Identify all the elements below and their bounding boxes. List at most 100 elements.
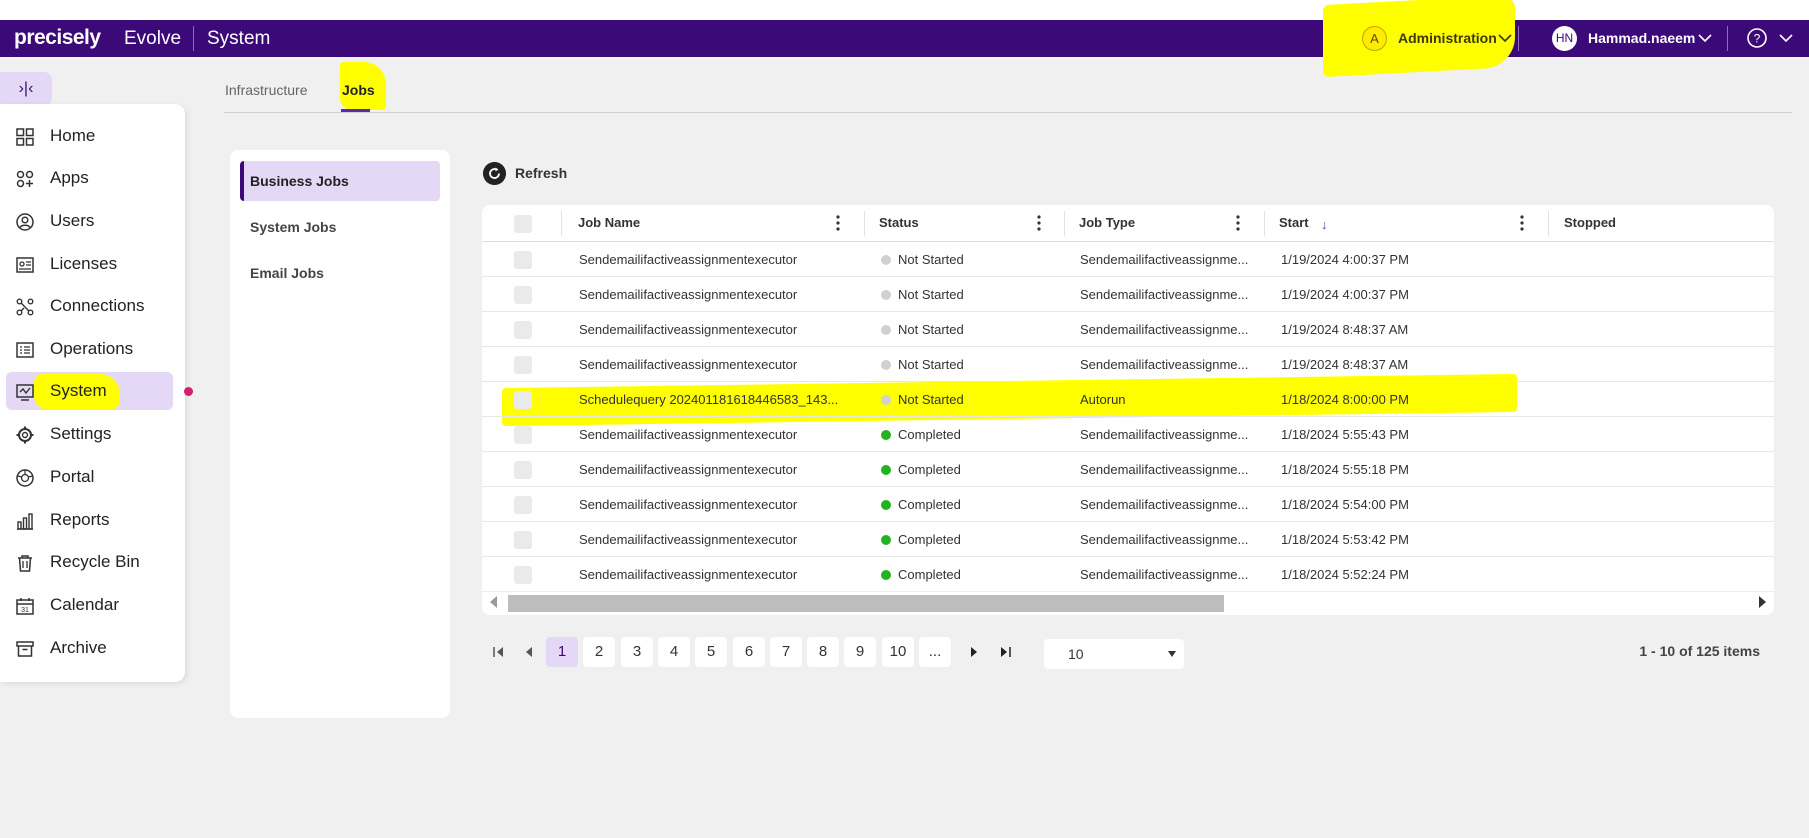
column-menu-icon[interactable]: [1037, 215, 1041, 231]
table-row[interactable]: Sendemailifactiveassignmentexecutor Not S…: [482, 347, 1774, 382]
scroll-left-icon[interactable]: [490, 596, 497, 608]
table-row[interactable]: Sendemailifactiveassignmentexecutor Compl…: [482, 417, 1774, 452]
job-type-cell: Sendemailifactiveassignme...: [1080, 287, 1249, 302]
status-dot-icon: [881, 430, 891, 440]
row-checkbox[interactable]: [514, 461, 532, 479]
sidebar-item-label: System: [50, 381, 107, 400]
page-button[interactable]: 10: [882, 637, 914, 667]
items-count-info: 1 - 10 of 125 items: [1639, 643, 1760, 659]
table-row[interactable]: Sendemailifactiveassignmentexecutor Not S…: [482, 312, 1774, 347]
portal-icon: [16, 469, 34, 487]
job-name-cell: Sendemailifactiveassignmentexecutor: [579, 322, 798, 337]
menu-item-email-jobs[interactable]: Email Jobs: [240, 253, 440, 293]
row-checkbox[interactable]: [514, 391, 532, 409]
page-button[interactable]: 2: [583, 637, 615, 667]
page-button[interactable]: 8: [807, 637, 839, 667]
row-checkbox[interactable]: [514, 251, 532, 269]
menu-item-business-jobs[interactable]: Business Jobs: [240, 161, 440, 201]
menu-item-system-jobs[interactable]: System Jobs: [240, 207, 440, 247]
page-size-select[interactable]: 10: [1044, 639, 1184, 669]
row-checkbox[interactable]: [514, 531, 532, 549]
user-menu[interactable]: Hammad.naeem: [1588, 30, 1695, 46]
scroll-right-icon[interactable]: [1759, 596, 1766, 608]
sidebar-item-label: Licenses: [50, 254, 118, 273]
page-button[interactable]: 7: [770, 637, 802, 667]
page-button[interactable]: 1: [546, 637, 578, 667]
column-menu-icon[interactable]: [836, 215, 840, 231]
last-page-icon[interactable]: [998, 644, 1012, 660]
row-checkbox[interactable]: [514, 321, 532, 339]
sort-down-arrow-icon[interactable]: ↓: [1321, 217, 1328, 232]
page-button[interactable]: ...: [919, 637, 951, 667]
page-button[interactable]: 5: [695, 637, 727, 667]
dropdown-arrow-icon: [1168, 651, 1176, 657]
column-menu-icon[interactable]: [1520, 215, 1524, 231]
row-checkbox[interactable]: [514, 286, 532, 304]
sidebar-item-operations[interactable]: Operations: [6, 330, 173, 368]
table-row[interactable]: Sendemailifactiveassignmentexecutor Compl…: [482, 487, 1774, 522]
table-row[interactable]: Schedulequery 202401181618446583_143... N…: [482, 382, 1774, 417]
column-separator[interactable]: [1548, 211, 1549, 236]
row-checkbox[interactable]: [514, 356, 532, 374]
sidebar-item-users[interactable]: Users: [6, 202, 173, 240]
table-row[interactable]: Sendemailifactiveassignmentexecutor Not S…: [482, 242, 1774, 277]
sidebar-item-connections[interactable]: Connections: [6, 287, 173, 325]
user-avatar[interactable]: HN: [1552, 26, 1577, 51]
column-menu-icon[interactable]: [1236, 215, 1240, 231]
sidebar-item-label: Settings: [50, 424, 112, 443]
column-separator[interactable]: [561, 211, 562, 236]
tab-infrastructure[interactable]: Infrastructure: [225, 82, 307, 98]
sidebar-item-recycle-bin[interactable]: Recycle Bin: [6, 543, 173, 581]
row-checkbox[interactable]: [514, 426, 532, 444]
scrollbar-thumb[interactable]: [508, 595, 1224, 612]
status-cell: Not Started: [898, 287, 964, 302]
calendar-icon: 31: [16, 598, 34, 615]
administration-menu[interactable]: Administration: [1398, 30, 1497, 46]
table-row[interactable]: Sendemailifactiveassignmentexecutor Not S…: [482, 277, 1774, 312]
column-header-job-type[interactable]: Job Type: [1079, 215, 1135, 230]
sidebar-item-apps[interactable]: Apps: [6, 159, 173, 197]
sidebar-item-archive[interactable]: Archive: [6, 629, 173, 667]
help-icon[interactable]: ?: [1746, 27, 1768, 49]
sidebar-item-home[interactable]: Home: [6, 117, 173, 155]
page-button[interactable]: 3: [621, 637, 653, 667]
grid-header: Job Name Status Job Type Start ↓ Stopped: [482, 205, 1774, 242]
first-page-icon[interactable]: [492, 644, 506, 660]
table-row[interactable]: Sendemailifactiveassignmentexecutor Compl…: [482, 522, 1774, 557]
status-cell: Not Started: [898, 252, 964, 267]
row-checkbox[interactable]: [514, 566, 532, 584]
sidebar-item-settings[interactable]: Settings: [6, 415, 173, 453]
column-header-job-name[interactable]: Job Name: [578, 215, 640, 230]
sidebar-item-calendar[interactable]: 31 Calendar: [6, 586, 173, 624]
status-cell: Completed: [898, 567, 961, 582]
column-separator[interactable]: [1264, 211, 1265, 236]
grid-icon: [16, 128, 34, 146]
page-button[interactable]: 4: [658, 637, 690, 667]
sidebar-item-portal[interactable]: Portal: [6, 458, 173, 496]
refresh-button[interactable]: Refresh: [483, 162, 567, 185]
horizontal-scrollbar[interactable]: [482, 591, 1774, 613]
sidebar-item-reports[interactable]: Reports: [6, 501, 173, 539]
chevron-down-icon[interactable]: [1778, 30, 1794, 46]
next-page-icon[interactable]: [967, 644, 981, 660]
column-separator[interactable]: [1064, 211, 1065, 236]
table-row[interactable]: Sendemailifactiveassignmentexecutor Compl…: [482, 557, 1774, 592]
sidebar-item-system-content[interactable]: System: [6, 372, 173, 410]
previous-page-icon[interactable]: [522, 644, 536, 660]
tab-jobs[interactable]: Jobs: [342, 82, 375, 98]
column-header-status[interactable]: Status: [879, 215, 919, 230]
select-all-checkbox[interactable]: [514, 215, 532, 233]
column-header-stopped[interactable]: Stopped: [1564, 215, 1616, 230]
status-dot-icon: [881, 360, 891, 370]
column-separator[interactable]: [864, 211, 865, 236]
sidebar-collapse-button[interactable]: ›|‹: [0, 72, 52, 106]
chevron-down-icon[interactable]: [1697, 30, 1713, 46]
column-header-start[interactable]: Start: [1279, 215, 1309, 230]
page-button[interactable]: 6: [733, 637, 765, 667]
table-row[interactable]: Sendemailifactiveassignmentexecutor Compl…: [482, 452, 1774, 487]
row-checkbox[interactable]: [514, 496, 532, 514]
chevron-down-icon[interactable]: [1497, 30, 1513, 46]
sidebar-item-licenses[interactable]: Licenses: [6, 245, 173, 283]
admin-avatar[interactable]: A: [1362, 26, 1387, 51]
page-button[interactable]: 9: [844, 637, 876, 667]
